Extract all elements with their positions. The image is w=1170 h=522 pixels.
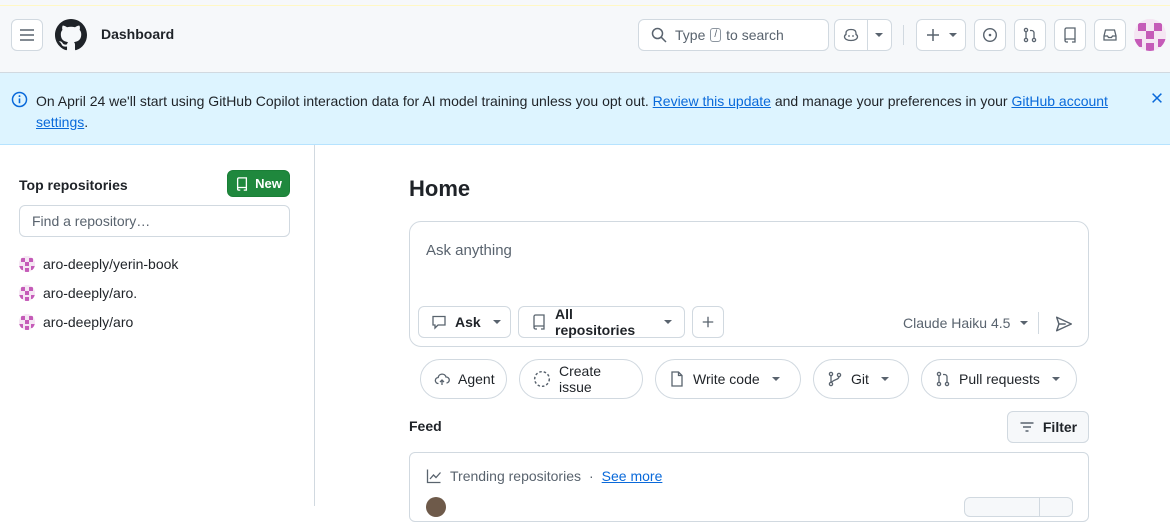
- header-divider: [903, 25, 904, 45]
- trending-owner-avatar: [426, 497, 446, 517]
- ask-mode-label: Ask: [455, 314, 481, 330]
- repo-name[interactable]: aro-deeply/aro.: [43, 285, 137, 301]
- filter-label: Filter: [1042, 419, 1078, 435]
- trending-separator: ·: [589, 468, 594, 484]
- banner-message: On April 24 we'll start using GitHub Cop…: [36, 91, 1126, 133]
- chip-label: Pull requests: [959, 371, 1040, 387]
- issues-button[interactable]: [974, 19, 1006, 51]
- inbox-button[interactable]: [1094, 19, 1126, 51]
- banner-text-middle: and manage your preferences in your: [774, 93, 1008, 109]
- star-button[interactable]: [964, 497, 1040, 517]
- ask-divider: [1038, 312, 1039, 334]
- issue-icon: [982, 27, 998, 43]
- repositories-button[interactable]: [1054, 19, 1086, 51]
- dashboard-sidebar: Top repositories New aro-deeply/yerin-bo…: [0, 145, 315, 506]
- pull-requests-chip[interactable]: Pull requests: [921, 359, 1077, 399]
- new-button-label: New: [255, 176, 282, 191]
- repo-icon: [1062, 27, 1078, 43]
- dashed-circle-icon: [533, 370, 551, 388]
- repo-list-item[interactable]: aro-deeply/aro: [19, 312, 133, 332]
- create-issue-chip[interactable]: Create issue: [519, 359, 643, 399]
- pull-request-icon: [935, 371, 951, 387]
- ask-input[interactable]: Ask anything: [426, 242, 512, 259]
- copilot-button[interactable]: [834, 19, 892, 51]
- trending-header: Trending repositories · See more: [426, 468, 662, 484]
- plus-icon: [701, 315, 715, 329]
- copilot-notice-banner: On April 24 we'll start using GitHub Cop…: [0, 73, 1170, 145]
- graph-icon: [426, 468, 442, 484]
- chevron-down-icon: [880, 377, 889, 381]
- feed-filter-button[interactable]: Filter: [1007, 411, 1089, 443]
- repo-owner-avatar: [19, 314, 35, 330]
- chevron-down-icon: [949, 33, 957, 37]
- model-label: Claude Haiku 4.5: [903, 315, 1011, 331]
- repo-list-item[interactable]: aro-deeply/aro.: [19, 283, 137, 303]
- pull-request-icon: [1022, 27, 1038, 43]
- git-chip[interactable]: Git: [813, 359, 909, 399]
- search-icon: [651, 27, 667, 43]
- search-input[interactable]: Type / to search: [638, 19, 829, 51]
- info-icon: [11, 91, 28, 108]
- new-repository-button[interactable]: New: [227, 170, 290, 197]
- hamburger-menu-button[interactable]: [11, 19, 43, 51]
- find-repository-input[interactable]: [19, 205, 290, 237]
- chevron-down-icon: [1020, 321, 1029, 325]
- copilot-ask-box[interactable]: Ask anything Ask All repositories Claude…: [409, 221, 1089, 347]
- star-list-dropdown[interactable]: [1039, 497, 1073, 517]
- split-divider: [867, 20, 868, 50]
- trending-label: Trending repositories: [450, 468, 581, 484]
- comment-icon: [431, 314, 447, 330]
- repo-name[interactable]: aro-deeply/yerin-book: [43, 256, 178, 272]
- trending-repositories-card: Trending repositories · See more: [409, 452, 1089, 522]
- hamburger-icon: [19, 27, 35, 43]
- agent-chip[interactable]: Agent: [420, 359, 507, 399]
- pull-requests-button[interactable]: [1014, 19, 1046, 51]
- add-context-button[interactable]: [692, 306, 724, 338]
- search-shortcut-key: /: [710, 28, 722, 42]
- banner-text-before: On April 24 we'll start using GitHub Cop…: [36, 93, 649, 109]
- search-hint-pre: Type: [675, 27, 706, 43]
- search-hint-post: to search: [726, 27, 784, 43]
- chevron-down-icon: [1051, 377, 1060, 381]
- cloud-icon: [434, 371, 450, 387]
- close-icon[interactable]: [1150, 91, 1164, 105]
- repository-scope-selector[interactable]: All repositories: [518, 306, 685, 338]
- repo-icon: [531, 314, 547, 330]
- repository-scope-label: All repositories: [555, 306, 636, 338]
- banner-text-after: .: [84, 114, 89, 130]
- chevron-down-icon[interactable]: [875, 33, 883, 37]
- repo-icon: [235, 176, 249, 191]
- repo-owner-avatar: [19, 256, 35, 272]
- file-icon: [669, 371, 685, 387]
- inbox-icon: [1102, 27, 1118, 43]
- repo-owner-avatar: [19, 285, 35, 301]
- repo-list-item[interactable]: aro-deeply/yerin-book: [19, 254, 178, 274]
- chip-label: Agent: [458, 371, 495, 387]
- copilot-icon: [843, 27, 859, 43]
- page-context-title[interactable]: Dashboard: [101, 26, 174, 42]
- ask-mode-selector[interactable]: Ask: [418, 306, 511, 338]
- write-code-chip[interactable]: Write code: [655, 359, 801, 399]
- review-update-link[interactable]: Review this update: [653, 93, 771, 109]
- model-selector[interactable]: Claude Haiku 4.5: [903, 315, 1029, 331]
- chip-label: Create issue: [559, 363, 602, 395]
- git-branch-icon: [827, 371, 843, 387]
- chevron-down-icon: [771, 377, 780, 381]
- chip-label: Git: [851, 371, 869, 387]
- feed-heading: Feed: [409, 418, 442, 434]
- github-logo-icon[interactable]: [55, 19, 87, 51]
- repo-name[interactable]: aro-deeply/aro: [43, 314, 133, 330]
- global-header: Dashboard Type / to search: [0, 6, 1170, 73]
- filter-icon: [1019, 419, 1035, 435]
- send-icon[interactable]: [1055, 315, 1073, 336]
- chip-label: Write code: [693, 371, 760, 387]
- create-new-button[interactable]: [916, 19, 966, 51]
- chevron-down-icon: [664, 320, 672, 324]
- top-repositories-heading: Top repositories: [19, 177, 128, 193]
- user-avatar[interactable]: [1134, 19, 1166, 51]
- plus-icon: [925, 27, 941, 43]
- page-title: Home: [409, 176, 471, 201]
- see-more-link[interactable]: See more: [602, 468, 663, 484]
- chevron-down-icon: [492, 320, 501, 324]
